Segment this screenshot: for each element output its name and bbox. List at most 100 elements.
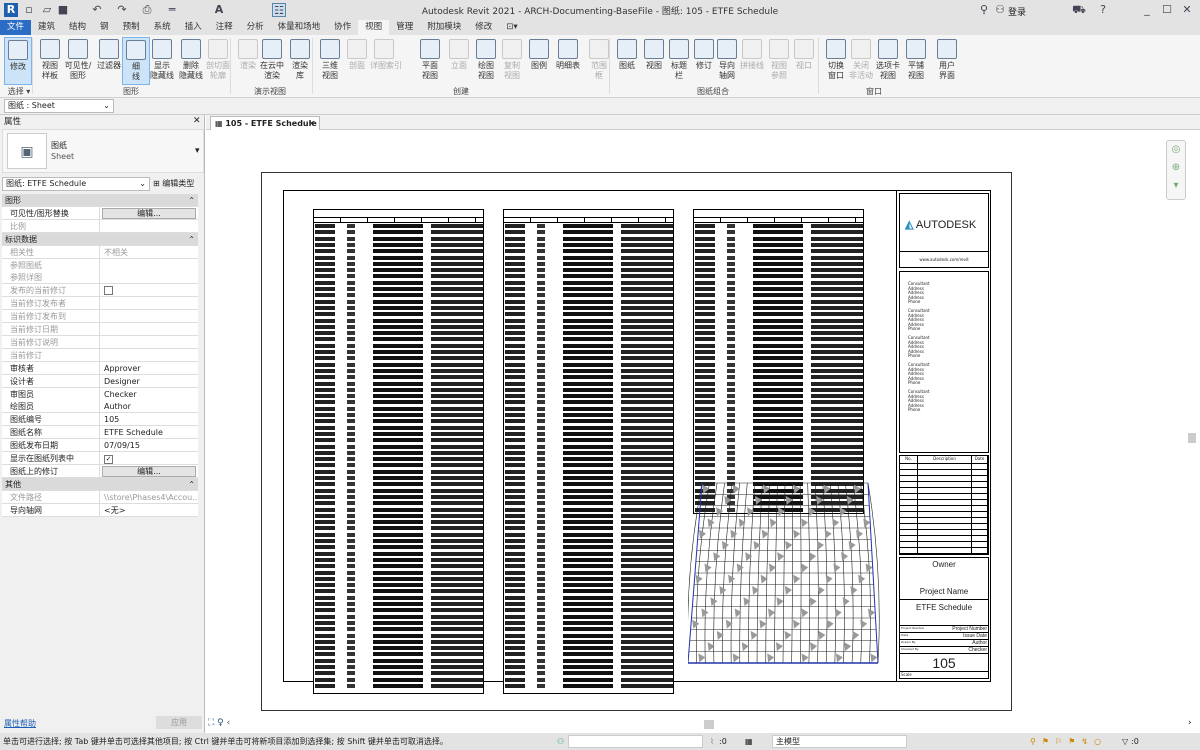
apply-button[interactable]: 应用	[156, 716, 202, 729]
property-row[interactable]: 比例	[2, 219, 198, 233]
filter-icon[interactable]: ▽	[1122, 733, 1128, 750]
ribbon-button-6[interactable]: 删除 隐藏线	[177, 37, 205, 85]
ribbon-button-23[interactable]: 标题 栏	[665, 37, 693, 85]
property-row[interactable]: 相关性 不相关	[2, 245, 198, 259]
checkbox[interactable]	[104, 286, 113, 296]
ribbon-button-19[interactable]: 明细表	[554, 37, 582, 85]
ribbon-button-9[interactable]: 在云中 渲染	[258, 37, 286, 85]
tab-4[interactable]: 预制	[116, 20, 147, 35]
view-tab[interactable]: ▦ 105 - ETFE Schedule ✕	[210, 116, 320, 130]
instance-selector[interactable]: 图纸: ETFE Schedule ⌄	[2, 177, 150, 191]
tab-5[interactable]: 系统	[147, 20, 178, 35]
home-icon[interactable]: ▫	[22, 3, 36, 17]
ribbon-options-icon[interactable]: ⊡▾	[499, 20, 524, 35]
ribbon-button-25[interactable]: 导向 轴网	[713, 37, 741, 85]
property-row[interactable]: 当前修订日期	[2, 323, 198, 336]
edit-button[interactable]: 编辑...	[102, 207, 196, 219]
ribbon-button-17[interactable]: 复制 视图	[498, 37, 526, 85]
property-section[interactable]: 其他 ⌃	[2, 477, 198, 491]
property-row[interactable]: 参照详图	[2, 271, 198, 285]
thin-lines-icon[interactable]: ☷	[272, 3, 286, 17]
tab-7[interactable]: 注释	[209, 20, 240, 35]
ribbon-button-10[interactable]: 渲染 库	[286, 37, 314, 85]
property-row[interactable]: 审核者 Approver	[2, 361, 198, 375]
property-row[interactable]: 文件路径 \\store\Phases4\Accou...	[2, 490, 198, 504]
tab-2[interactable]: 结构	[62, 20, 93, 35]
property-row[interactable]: 设计者 Designer	[2, 374, 198, 388]
ribbon-button-30[interactable]: 关闭 非活动	[847, 37, 875, 85]
property-row[interactable]: 图纸编号 105	[2, 413, 198, 427]
property-row[interactable]: 图纸上的修订 编辑...	[2, 464, 198, 478]
scroll-right-icon[interactable]: ›	[1188, 718, 1192, 728]
ribbon-button-12[interactable]: 剖面	[343, 37, 371, 85]
property-row[interactable]: 导向轴网 <无>	[2, 503, 198, 517]
property-section[interactable]: 标识数据 ⌃	[2, 232, 198, 246]
ribbon-button-27[interactable]: 视图 参照	[765, 37, 793, 85]
ribbon-button-22[interactable]: 视图	[640, 37, 668, 85]
property-value[interactable]: 07/09/15	[102, 439, 198, 452]
ribbon-button-13[interactable]: 详图索引	[370, 37, 402, 85]
ribbon-button-14[interactable]: 平面 视图	[416, 37, 444, 85]
ribbon-button-5[interactable]: 显示 隐藏线	[148, 37, 176, 85]
help-icon[interactable]: ?	[1096, 3, 1110, 17]
schedule-view[interactable]	[503, 209, 674, 694]
property-row[interactable]: 图纸发布日期 07/09/15	[2, 439, 198, 453]
property-value[interactable]: 105	[102, 413, 198, 426]
redo-icon[interactable]: ↷	[115, 3, 129, 17]
tab-9[interactable]: 体量和场地	[271, 20, 328, 35]
properties-help-link[interactable]: 属性帮助	[4, 718, 36, 729]
type-selector[interactable]: 图纸 : Sheet ⌄	[4, 99, 114, 113]
design-options-icon[interactable]: ▦	[745, 733, 753, 750]
type-preview[interactable]: ▣ 图纸 Sheet ▾	[2, 129, 204, 173]
maximize-button[interactable]: ☐	[1160, 3, 1174, 17]
tab-3[interactable]: 钢	[93, 20, 116, 35]
schedule-view[interactable]	[693, 209, 864, 514]
property-row[interactable]: 当前修订说明	[2, 335, 198, 349]
close-button[interactable]: ✕	[1180, 3, 1194, 17]
property-row[interactable]: 可见性/图形替换 编辑...	[2, 206, 198, 220]
ribbon-button-4[interactable]: 细 线	[122, 37, 150, 85]
ribbon-button-1[interactable]: 视图 样板	[36, 37, 64, 85]
binoculars-icon[interactable]: ⚲	[977, 3, 991, 17]
selection-toggle-icons[interactable]: ⚲⚑⚐⚑↯○	[1030, 733, 1107, 750]
property-value[interactable]: ETFE Schedule	[102, 426, 198, 439]
property-row[interactable]: 显示在图纸列表中 ✓	[2, 452, 198, 465]
property-row[interactable]: 图纸名称 ETFE Schedule	[2, 426, 198, 440]
tab-6[interactable]: 插入	[178, 20, 209, 35]
measure-icon[interactable]: ═	[165, 3, 179, 17]
close-tab-icon[interactable]: ✕	[308, 117, 315, 130]
undo-icon[interactable]: ↶	[90, 3, 104, 17]
cart-icon[interactable]: ⛟	[1072, 3, 1086, 17]
property-value[interactable]: Designer	[102, 375, 198, 388]
user-icon[interactable]: ⚇	[993, 3, 1007, 17]
tab-8[interactable]: 分析	[240, 20, 271, 35]
collapse-icon[interactable]: ⌃	[188, 194, 195, 207]
property-row[interactable]: 绘图员 Author	[2, 400, 198, 414]
view-control-icons[interactable]: ⛶ ♀ ‹	[208, 718, 230, 728]
navigation-bar[interactable]: ◎ ⊕ ▾	[1166, 140, 1186, 200]
design-option-dropdown[interactable]: 主模型	[772, 735, 907, 748]
property-row[interactable]: 参照图纸	[2, 258, 198, 272]
property-section[interactable]: 图形 ⌃	[2, 194, 198, 207]
ribbon-button-7[interactable]: 剖切面 轮廓	[204, 37, 232, 85]
ribbon-button-31[interactable]: 选项卡 视图	[874, 37, 902, 85]
ribbon-button-29[interactable]: 切换 窗口	[822, 37, 850, 85]
ribbon-button-11[interactable]: 三维 视图	[316, 37, 344, 85]
property-row[interactable]: 当前修订发布到	[2, 310, 198, 324]
minimize-button[interactable]: _	[1140, 3, 1154, 17]
sheet[interactable]: ◭ AUTODESK www.autodesk.com/revit Consul…	[261, 172, 1012, 711]
collapse-icon[interactable]: ⌃	[188, 478, 195, 491]
save-icon[interactable]: ■	[56, 3, 70, 17]
ribbon-button-28[interactable]: 视口	[790, 37, 818, 85]
checkbox[interactable]: ✓	[104, 455, 113, 464]
tab-14[interactable]: 修改	[468, 20, 499, 35]
revit-logo[interactable]: R	[4, 3, 18, 17]
print-icon[interactable]: ⎙	[140, 3, 154, 17]
property-row[interactable]: 审图员 Checker	[2, 387, 198, 401]
tab-13[interactable]: 附加模块	[420, 20, 468, 35]
property-value[interactable]: ✓	[102, 452, 198, 465]
property-row[interactable]: 当前修订	[2, 348, 198, 362]
worksets-icon[interactable]: ⚇	[557, 733, 564, 750]
drawing-area[interactable]: ▦ 105 - ETFE Schedule ✕ ◎ ⊕ ▾ ⛶ ♀ ‹ › ◭ AUT…	[206, 115, 1200, 733]
edit-type-button[interactable]: ⊞ 编辑类型	[153, 177, 194, 191]
